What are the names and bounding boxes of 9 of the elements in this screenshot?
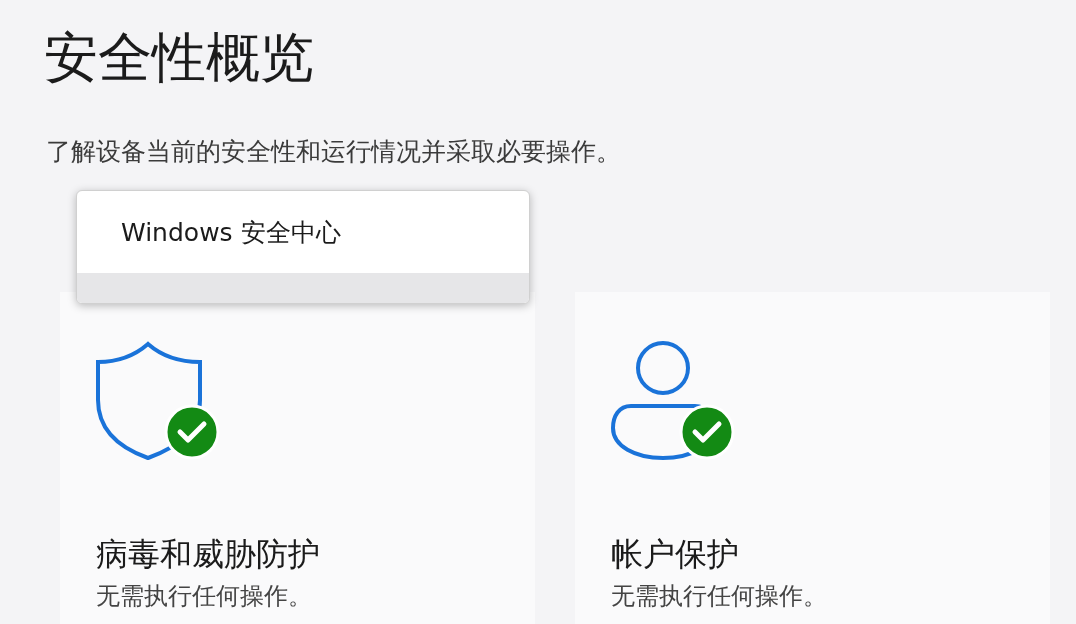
- card-status: 无需执行任何操作。: [611, 581, 828, 612]
- tooltip-text: Windows 安全中心: [120, 217, 342, 249]
- card-status: 无需执行任何操作。: [96, 581, 313, 612]
- page-title: 安全性概览: [44, 25, 314, 91]
- card-title: 病毒和威胁防护: [96, 534, 321, 574]
- page-description: 了解设备当前的安全性和运行情况并采取必要操作。: [46, 136, 621, 168]
- card-title: 帐户保护: [611, 534, 740, 574]
- security-card[interactable]: 帐户保护 无需执行任何操作。: [575, 292, 1050, 624]
- security-card[interactable]: 病毒和威胁防护 无需执行任何操作。: [60, 292, 535, 624]
